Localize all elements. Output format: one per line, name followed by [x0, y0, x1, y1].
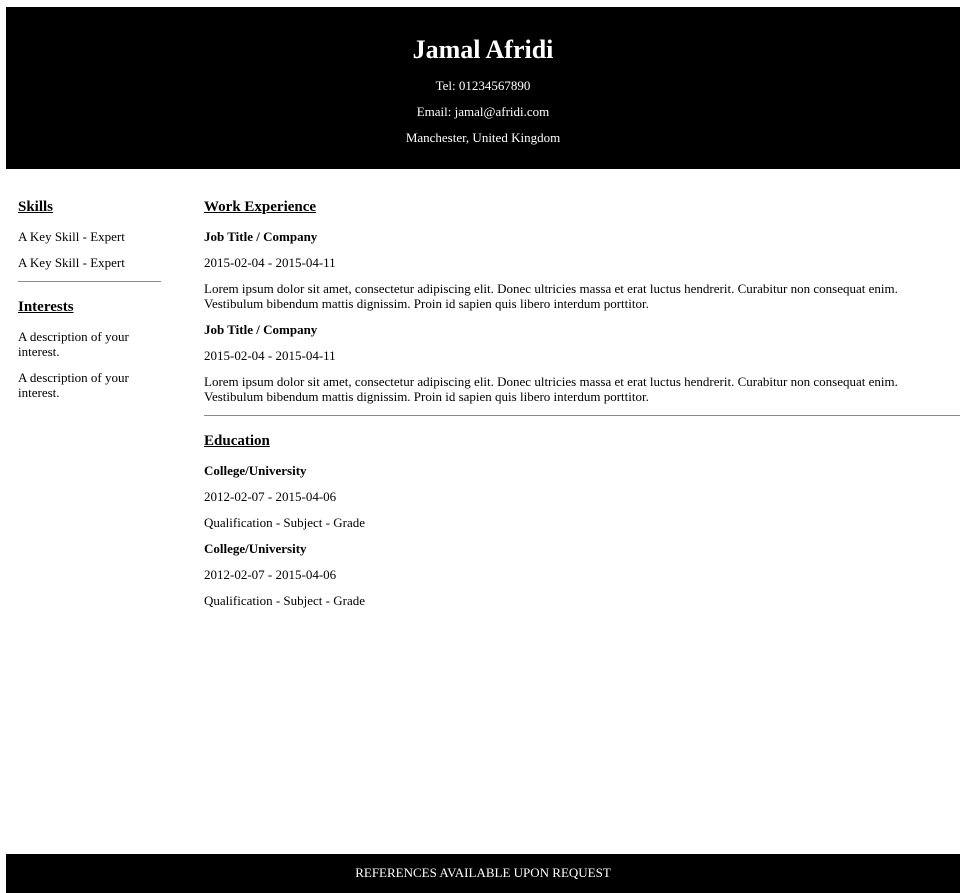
- skill-item: A Key Skill - Expert: [18, 229, 125, 244]
- job-dates: 2015-02-04 - 2015-04-11: [204, 348, 336, 363]
- job-dates: 2015-02-04 - 2015-04-11: [204, 255, 336, 270]
- resume-page: Jamal Afridi Tel: 01234567890 Email: jam…: [0, 0, 966, 893]
- qualification: Qualification - Subject - Grade: [204, 593, 365, 608]
- references-footer: REFERENCES AVAILABLE UPON REQUEST: [6, 854, 960, 893]
- skills-heading: Skills: [18, 199, 54, 215]
- education-section: Education College/University 2012-02-07 …: [204, 431, 960, 608]
- qualification: Qualification - Subject - Grade: [204, 515, 365, 530]
- email-address: Email: jamal@afridi.com: [416, 104, 550, 119]
- job-title: Job Title / Company: [204, 322, 318, 337]
- location: Manchester, United Kingdom: [405, 130, 561, 145]
- sidebar-divider: [18, 281, 161, 282]
- institution-name: College/University: [204, 463, 307, 478]
- education-heading: Education: [204, 433, 270, 449]
- phone-number: Tel: 01234567890: [435, 78, 531, 93]
- job-description: Lorem ipsum dolor sit amet, consectetur …: [204, 281, 898, 311]
- education-dates: 2012-02-07 - 2015-04-06: [204, 489, 337, 504]
- institution-name: College/University: [204, 541, 307, 556]
- resume-header: Jamal Afridi Tel: 01234567890 Email: jam…: [6, 7, 960, 169]
- interest-item: A description of your interest.: [18, 329, 129, 359]
- work-experience-section: Work Experience Job Title / Company 2015…: [204, 197, 960, 404]
- interests-heading: Interests: [18, 299, 74, 315]
- education-dates: 2012-02-07 - 2015-04-06: [204, 567, 337, 582]
- skill-item: A Key Skill - Expert: [18, 255, 125, 270]
- person-name: Jamal Afridi: [412, 35, 554, 64]
- job-title: Job Title / Company: [204, 229, 318, 244]
- job-description: Lorem ipsum dolor sit amet, consectetur …: [204, 374, 898, 404]
- work-experience-heading: Work Experience: [204, 199, 317, 215]
- main-content: Work Experience Job Title / Company 2015…: [204, 197, 960, 608]
- interest-item: A description of your interest.: [18, 370, 129, 400]
- section-divider: [204, 415, 960, 416]
- sidebar: Skills A Key Skill - Expert A Key Skill …: [18, 197, 161, 400]
